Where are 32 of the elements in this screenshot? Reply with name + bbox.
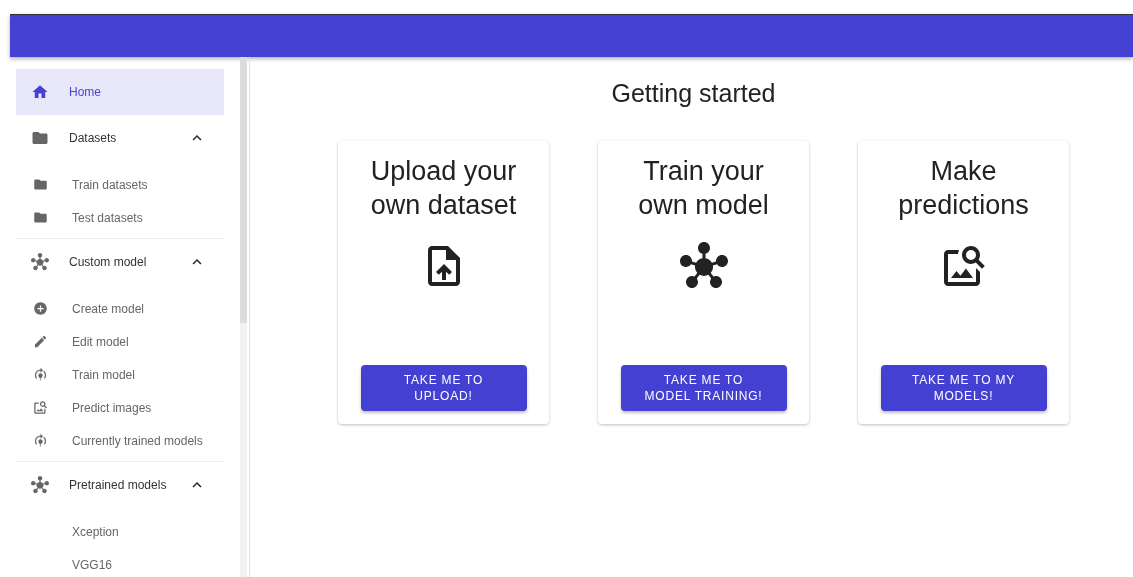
folder-icon [31, 129, 49, 147]
home-icon [31, 83, 49, 101]
training-cycle-icon [33, 367, 48, 382]
card-button[interactable]: TAKE ME TO MODEL TRAINING! [620, 365, 787, 411]
nav-subitem[interactable]: VGG16 [16, 548, 224, 577]
page-title: Getting started [611, 78, 776, 108]
training-cycle-icon [33, 433, 48, 448]
card-title: Upload your own dataset [369, 155, 518, 222]
nav-subitem[interactable]: Train datasets [16, 168, 224, 201]
nav-subitem[interactable]: Test datasets [16, 201, 224, 234]
pencil-icon [33, 334, 48, 349]
folder-icon [33, 210, 48, 225]
nav-subitem[interactable]: Train model [16, 358, 224, 391]
network-icon [31, 476, 49, 494]
image-search-icon [33, 400, 48, 415]
scrollbar-thumb[interactable] [240, 57, 247, 323]
card-button[interactable]: TAKE ME TO MY MODELS! [880, 365, 1047, 411]
nav-item[interactable]: Custom model [16, 239, 224, 285]
nav-item[interactable]: Home [16, 69, 224, 115]
card-title: Train your own model [637, 155, 770, 222]
nav-subitem[interactable]: Currently trained models [16, 424, 224, 457]
nav-subitem[interactable]: Create model [16, 292, 224, 325]
nav-item[interactable]: Datasets [16, 115, 224, 161]
network-icon [679, 242, 728, 290]
card-button[interactable]: TAKE ME TO UPLOAD! [360, 365, 527, 411]
nav-subitem[interactable]: Predict images [16, 391, 224, 424]
network-icon [31, 253, 49, 271]
folder-icon [33, 177, 48, 192]
nav-item[interactable]: Pretrained models [16, 462, 224, 508]
nav-subitem[interactable]: Xception [16, 515, 224, 548]
card-title: Make predictions [897, 155, 1030, 222]
nav-subitem[interactable]: Edit model [16, 325, 224, 358]
